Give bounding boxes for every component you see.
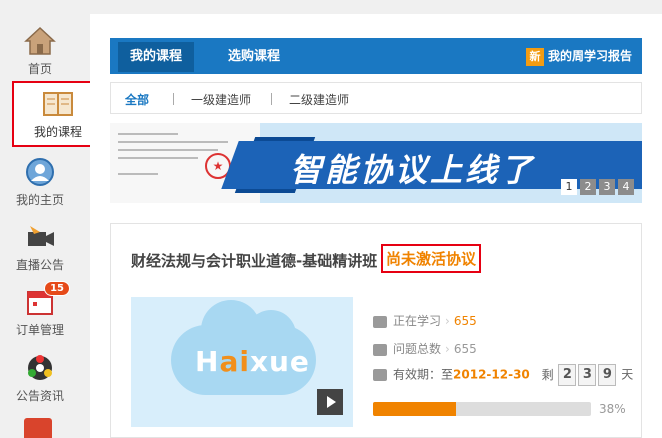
sidebar-item-label: 我的课程 <box>33 125 82 139</box>
calendar-icon: 15 <box>24 281 70 317</box>
filter-level-1-constructor[interactable]: 一级建造师 <box>191 91 251 108</box>
remaining-label: 剩 <box>541 367 554 382</box>
orders-count-badge: 15 <box>44 281 70 296</box>
studying-label: 正在学习 <box>393 314 442 328</box>
calendar-small-icon <box>373 369 387 381</box>
remaining-unit: 天 <box>621 367 634 382</box>
people-icon <box>373 315 387 328</box>
sidebar-item-my-homepage[interactable]: 我的主页 <box>0 157 80 208</box>
course-activation-status[interactable]: 尚未激活协议 <box>381 244 482 273</box>
sidebar-item-label: 订单管理 <box>15 323 64 337</box>
sidebar-item-label: 我的主页 <box>15 193 64 207</box>
tab-buy-courses[interactable]: 选购课程 <box>216 42 292 72</box>
remaining-digit: 3 <box>578 364 597 386</box>
banner-page-1[interactable]: 1 <box>561 179 577 195</box>
course-progress-bar <box>373 402 591 416</box>
validity-label: 有效期：至 <box>393 367 454 382</box>
divider <box>271 93 272 105</box>
course-progress-fill <box>373 402 456 416</box>
main-panel: 我的课程 选购课程 新我的周学习报告 全部 一级建造师 二级建造师 ★ 智能协议… <box>90 14 662 438</box>
sidebar-item-news[interactable]: 公告资讯 <box>0 353 80 404</box>
divider <box>173 93 174 105</box>
sidebar-item-label: 直播公告 <box>15 258 64 272</box>
course-thumbnail[interactable]: Haixue <box>131 297 353 427</box>
play-icon[interactable] <box>317 389 343 415</box>
home-icon <box>24 26 56 56</box>
category-filter-bar: 全部 一级建造师 二级建造师 <box>110 82 642 114</box>
validity-date: 2012-12-30 <box>453 367 530 382</box>
validity-row: 有效期：至2012-12-30 剩 239 天 <box>373 364 633 386</box>
book-icon <box>42 89 74 119</box>
remaining-digit: 2 <box>558 364 577 386</box>
course-card: 财经法规与会计职业道德-基础精讲班 尚未激活协议 Haixue 正在学习 › 655… <box>110 223 642 438</box>
sidebar: 首页 我的课程 我的主页 直播公告 15 订单管理 公告资讯 <box>0 0 104 438</box>
weekly-report-label: 我的周学习报告 <box>547 49 632 63</box>
questions-label: 问题总数 <box>393 342 442 356</box>
course-tabs-bar: 我的课程 选购课程 新我的周学习报告 <box>110 38 642 74</box>
haixue-logo: Haixue <box>195 345 310 378</box>
sidebar-item-orders[interactable]: 15 订单管理 <box>0 281 80 338</box>
video-camera-icon <box>24 222 56 252</box>
course-progress-percent: 38% <box>599 402 626 416</box>
sidebar-item-live[interactable]: 直播公告 <box>0 222 80 273</box>
remaining-digit: 9 <box>598 364 617 386</box>
questions-stat: 问题总数 › 655 <box>373 340 477 357</box>
sidebar-item-label: 公告资讯 <box>15 389 64 403</box>
course-title[interactable]: 财经法规与会计职业道德-基础精讲班 <box>131 250 377 271</box>
question-icon <box>373 343 387 356</box>
banner-page-3[interactable]: 3 <box>599 179 615 195</box>
banner-page-4[interactable]: 4 <box>618 179 634 195</box>
banner-page-2[interactable]: 2 <box>580 179 596 195</box>
tab-my-courses[interactable]: 我的课程 <box>118 42 195 72</box>
news-icon <box>24 353 56 383</box>
filter-level-2-constructor[interactable]: 二级建造师 <box>289 91 349 108</box>
studying-count: 655 <box>453 314 477 328</box>
new-badge-icon: 新 <box>525 47 544 66</box>
banner-pager: 1234 <box>558 175 634 195</box>
studying-stat: 正在学习 › 655 <box>373 312 477 329</box>
sidebar-item-label: 首页 <box>27 62 52 76</box>
user-icon <box>24 157 56 187</box>
filter-all[interactable]: 全部 <box>125 91 149 108</box>
sidebar-item-home[interactable]: 首页 <box>0 26 80 77</box>
questions-count: 655 <box>453 342 477 356</box>
promo-banner[interactable]: ★ 智能协议上线了 1234 <box>110 123 642 203</box>
sidebar-partial-icon <box>24 418 52 438</box>
weekly-report-link[interactable]: 新我的周学习报告 <box>525 46 632 66</box>
banner-headline: 智能协议上线了 <box>290 151 536 189</box>
